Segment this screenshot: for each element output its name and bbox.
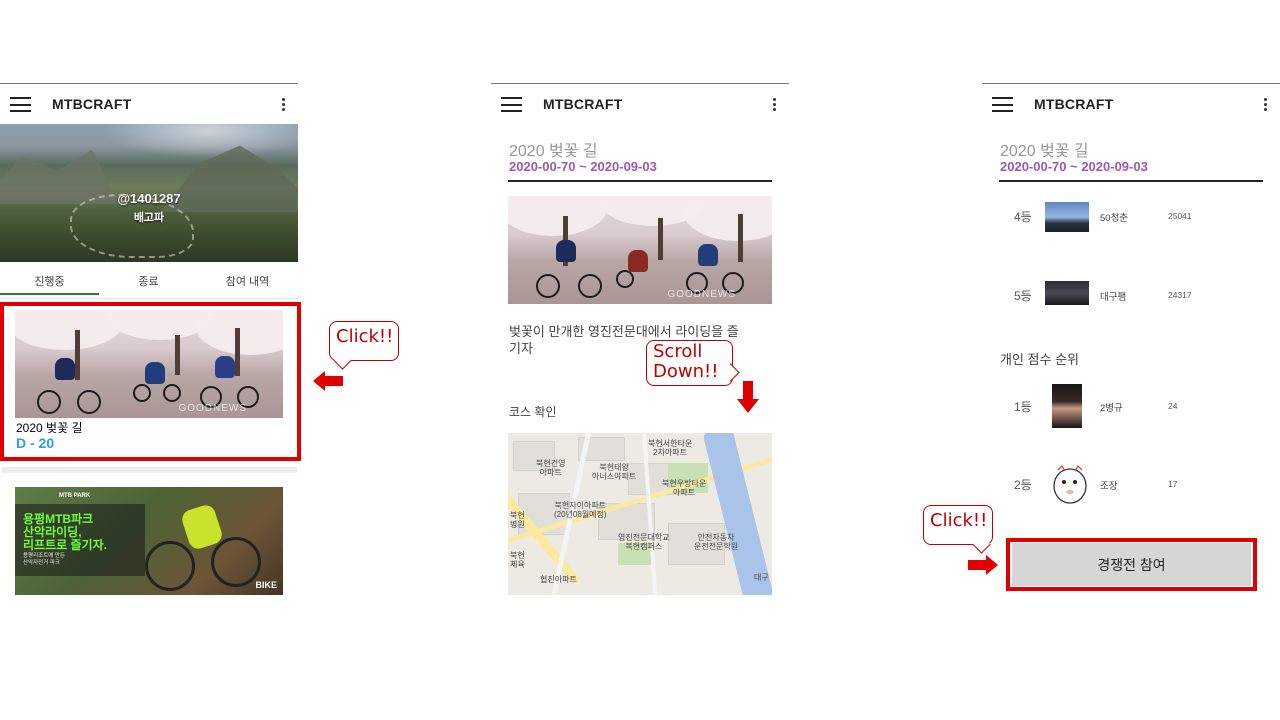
more-options-icon[interactable]: [282, 98, 286, 111]
ad-tag: MTB PARK: [59, 493, 91, 499]
user-avatar: [1053, 464, 1087, 504]
phone-screen-detail: MTBCRAFT 2020 벚꽃 길 2020-00-70 ~ 2020-09-…: [491, 83, 789, 604]
rank-number: 5등: [1014, 289, 1032, 303]
team-name: 50청춘: [1100, 213, 1129, 224]
individual-rank-row: 1등 2병규 24: [982, 384, 1280, 428]
join-competition-button[interactable]: 경쟁전 참여: [1012, 543, 1251, 586]
rank-number: 2등: [1014, 478, 1032, 492]
more-options-icon[interactable]: [773, 98, 777, 111]
profile-handle: @1401287: [117, 191, 181, 206]
event-photo: GOODNEWS: [508, 196, 772, 304]
mtb-park-ad[interactable]: MTB PARK 용평MTB파크 산악라이딩, 리프트로 즐기자. 용평리조트에…: [15, 487, 283, 595]
click-callout-2: Click!!: [923, 505, 993, 554]
team-thumbnail: [1045, 281, 1089, 305]
team-rank-row: 4등 50청춘 25041: [982, 200, 1280, 240]
team-name: 대구팸: [1100, 292, 1127, 303]
tab-ended[interactable]: 종료: [99, 273, 198, 289]
menu-icon[interactable]: [10, 97, 31, 112]
user-avatar: [1052, 384, 1082, 428]
profile-banner: @1401287 배고파: [0, 124, 298, 262]
active-tab-indicator: [0, 293, 99, 295]
profile-name: 배고파: [133, 212, 165, 224]
title-underline: [508, 180, 772, 182]
user-name: 2병규: [1100, 403, 1123, 414]
event-dates: 2020-00-70 ~ 2020-09-03: [1000, 159, 1148, 174]
photo-watermark: GOODNEWS: [667, 289, 736, 300]
right-arrow-icon: [968, 555, 998, 575]
ad-headline: 용평MTB파크 산악라이딩, 리프트로 즐기자.: [23, 512, 107, 552]
scroll-callout: Scroll Down!!: [646, 340, 740, 386]
course-label: 코스 확인: [509, 405, 557, 419]
event-title: 2020 벚꽃 길: [509, 143, 598, 160]
event-title: 2020 벚꽃 길: [1000, 143, 1089, 160]
click-callout-1: Click!!: [329, 321, 399, 370]
user-score: 17: [1168, 479, 1178, 489]
event-dates: 2020-00-70 ~ 2020-09-03: [509, 159, 657, 174]
app-bar: MTBCRAFT: [982, 84, 1280, 124]
divider: [2, 467, 297, 473]
menu-icon[interactable]: [992, 97, 1013, 112]
individual-rank-title: 개인 점수 순위: [1000, 352, 1079, 367]
phone-screen-ranking: MTBCRAFT 2020 벚꽃 길 2020-00-70 ~ 2020-09-…: [982, 83, 1280, 604]
individual-rank-row: 2등 조장 17: [982, 462, 1280, 504]
menu-icon[interactable]: [501, 97, 522, 112]
more-options-icon[interactable]: [1264, 98, 1268, 111]
highlight-event-card: [0, 302, 301, 461]
user-score: 24: [1168, 401, 1178, 411]
down-arrow-icon: [737, 381, 759, 413]
app-title: MTBCRAFT: [543, 96, 623, 112]
app-title: MTBCRAFT: [52, 96, 132, 112]
rank-number: 1등: [1014, 400, 1032, 414]
app-bar: MTBCRAFT: [0, 84, 298, 124]
tab-history[interactable]: 참여 내역: [198, 273, 297, 289]
app-bar: MTBCRAFT: [491, 84, 789, 124]
team-rank-row: 5등 대구팸 24317: [982, 279, 1280, 319]
left-arrow-icon: [313, 371, 343, 391]
team-thumbnail: [1045, 202, 1089, 232]
team-score: 24317: [1168, 290, 1192, 300]
tab-ongoing[interactable]: 진행중: [0, 273, 99, 289]
rank-number: 4등: [1014, 210, 1032, 224]
app-title: MTBCRAFT: [1034, 96, 1114, 112]
title-underline: [999, 180, 1263, 182]
user-name: 조장: [1100, 481, 1118, 492]
team-score: 25041: [1168, 211, 1192, 221]
ad-logo: BIKE: [255, 580, 277, 590]
ad-subtext: 용평리조트에 만든 산악자전거 파크: [23, 553, 66, 566]
course-map[interactable]: 북현서한타운 2차아파트 북현건영 아파트 북현태왕 아너스아파트 북현우방타운 아파트…: [508, 433, 772, 595]
